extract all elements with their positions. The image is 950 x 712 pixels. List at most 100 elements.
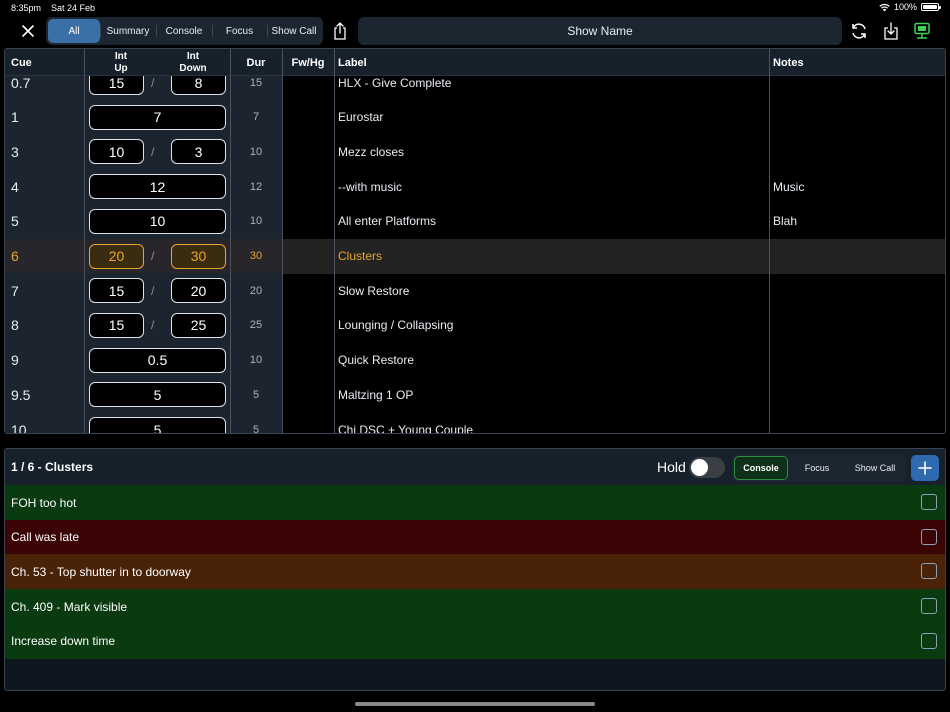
int-down-field[interactable]: 25 (171, 312, 226, 338)
note-item[interactable]: FOH too hot (5, 485, 945, 520)
cue-row[interactable]: 9.5 5 5 Maltzing 1 OP (5, 377, 945, 413)
note-text: Ch. 53 - Top shutter in to doorway (11, 564, 191, 579)
cue-duration: 5 (252, 423, 260, 434)
cue-duration: 12 (249, 180, 263, 193)
status-time: 8:35pm (11, 3, 42, 13)
int-separator: / (151, 249, 155, 263)
column-divider (769, 49, 770, 433)
hold-label: Hold (657, 459, 686, 475)
hold-toggle[interactable] (689, 457, 725, 478)
cue-notes: Blah (773, 214, 798, 229)
status-right: 100% (879, 2, 941, 12)
share-icon[interactable] (330, 20, 350, 42)
column-divider (334, 49, 335, 433)
battery-icon (921, 3, 941, 11)
cue-table: 0.7 15/8 15 HLX - Give Complete 1 7 7 Eurostar 3… (4, 48, 946, 434)
tab-console[interactable]: Console (156, 19, 212, 43)
cue-notes-panel: 1 / 6 - Clusters Hold Console Focus Show… (4, 448, 946, 691)
int-time-field[interactable]: 7 (89, 104, 226, 130)
cue-number: 7 (11, 282, 19, 299)
notes-panel-header: 1 / 6 - Clusters Hold Console Focus Show… (5, 449, 945, 485)
header-label: Label (338, 56, 367, 69)
note-item[interactable]: Call was late (5, 519, 945, 555)
tab-summary[interactable]: Summary (100, 19, 156, 43)
cue-duration: 20 (249, 284, 263, 297)
status-bar: 8:35pm Sat 24 Feb 100% (0, 0, 950, 16)
download-icon[interactable] (880, 20, 902, 42)
column-divider (282, 49, 283, 433)
header-int-down: Int Down (179, 50, 207, 74)
note-text: Ch. 409 - Mark visible (11, 599, 128, 614)
header-int-up: Int Up (114, 50, 128, 74)
cue-label: Quick Restore (338, 353, 415, 368)
column-divider (84, 49, 85, 433)
monitor-icon[interactable] (911, 20, 933, 42)
int-down-field[interactable]: 30 (171, 243, 226, 269)
note-checkbox[interactable] (921, 563, 937, 580)
cue-number: 3 (11, 143, 19, 160)
int-down-field[interactable]: 20 (171, 278, 226, 304)
cue-number: 4 (11, 178, 19, 195)
cue-row[interactable]: 8 15 / 25 25 Lounging / Collapsing (5, 307, 945, 343)
note-text: Increase down time (11, 634, 116, 649)
note-checkbox[interactable] (921, 632, 937, 649)
note-category-tabs: Console Focus Show Call (732, 454, 906, 482)
int-time-field[interactable]: 5 (89, 382, 226, 408)
cue-row[interactable]: 4 12 12 --with music Music (5, 169, 945, 205)
home-indicator (355, 702, 595, 706)
int-time-field[interactable]: 12 (89, 174, 226, 200)
note-checkbox[interactable] (921, 598, 937, 615)
cue-row[interactable]: 9 0.5 10 Quick Restore (5, 342, 945, 378)
int-time-field[interactable]: 0.5 (89, 347, 226, 373)
note-text: FOH too hot (11, 495, 77, 510)
int-down-field[interactable]: 3 (171, 139, 226, 165)
cue-duration: 10 (249, 215, 263, 228)
int-separator: / (151, 144, 155, 159)
cue-label: Eurostar (338, 110, 384, 125)
int-separator: / (151, 283, 155, 298)
show-name-field[interactable]: Show Name (358, 17, 842, 45)
cue-duration: 10 (249, 145, 263, 158)
cue-row[interactable]: 3 10 / 3 10 Mezz closes (5, 134, 945, 170)
cue-label: --with music (338, 179, 403, 194)
cue-row[interactable]: 6 20 / 30 30 Clusters (5, 238, 945, 274)
note-checkbox[interactable] (921, 494, 937, 510)
note-tab-focus[interactable]: Focus (788, 456, 846, 480)
int-up-field[interactable]: 15 (89, 278, 144, 304)
tab-focus[interactable]: Focus (212, 19, 267, 43)
cue-notes: Music (773, 179, 805, 194)
cue-row[interactable]: 7 15 / 20 20 Slow Restore (5, 273, 945, 309)
note-checkbox[interactable] (921, 528, 937, 545)
tab-all[interactable]: All (48, 19, 100, 43)
cue-duration: 25 (249, 319, 263, 332)
cue-label: Clusters (338, 249, 383, 263)
cue-number: 6 (11, 248, 19, 264)
cue-row[interactable]: 1 7 7 Eurostar (5, 99, 945, 135)
int-up-field[interactable]: 20 (89, 243, 144, 269)
note-tab-console[interactable]: Console (734, 456, 788, 480)
toolbar: All Summary Console Focus Show Call Show… (0, 16, 950, 46)
note-tab-show-call[interactable]: Show Call (846, 456, 904, 480)
add-note-button[interactable] (911, 455, 939, 481)
plus-icon (918, 461, 932, 475)
cue-row[interactable]: 10 5 5 Chi DSC + Young Couple (5, 412, 945, 434)
cue-label: Mezz closes (338, 144, 405, 159)
int-up-field[interactable]: 15 (89, 312, 144, 338)
cue-number: 8 (11, 317, 19, 334)
cue-label: Slow Restore (338, 283, 410, 298)
note-item[interactable]: Ch. 53 - Top shutter in to doorway (5, 554, 945, 590)
sync-icon[interactable] (848, 20, 870, 42)
cue-duration: 7 (252, 111, 260, 124)
note-item[interactable]: Ch. 409 - Mark visible (5, 589, 945, 625)
header-dur: Dur (246, 56, 266, 69)
note-item[interactable]: Increase down time (5, 623, 945, 659)
tab-show-call[interactable]: Show Call (267, 19, 321, 43)
close-icon[interactable] (18, 22, 38, 40)
cue-label: All enter Platforms (338, 214, 437, 229)
cue-row[interactable]: 5 10 10 All enter Platforms Blah (5, 203, 945, 239)
int-separator: / (151, 318, 155, 333)
header-cue: Cue (11, 56, 32, 69)
int-time-field[interactable]: 10 (89, 208, 226, 234)
int-time-field[interactable]: 5 (89, 417, 226, 433)
int-up-field[interactable]: 10 (89, 139, 144, 165)
